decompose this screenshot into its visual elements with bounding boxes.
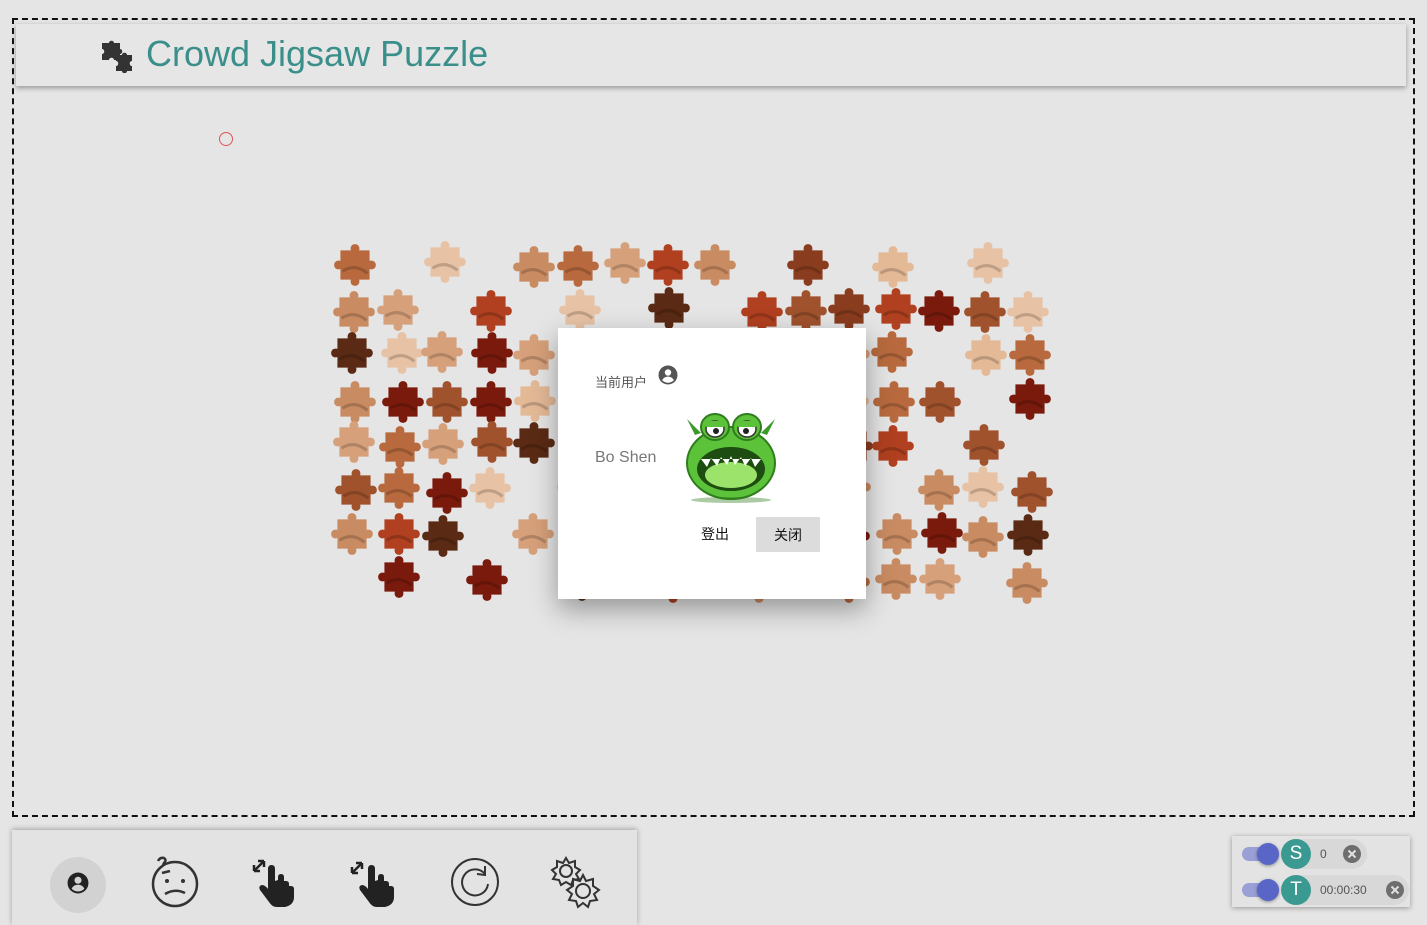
puzzle-piece[interactable] <box>327 328 377 378</box>
restart-icon <box>449 856 501 913</box>
puzzle-piece[interactable] <box>690 240 740 290</box>
user-name: Bo Shen <box>595 449 657 466</box>
score-avatar: S <box>1281 839 1311 869</box>
puzzle-piece[interactable] <box>868 421 918 471</box>
puzzle-piece[interactable] <box>418 419 468 469</box>
puzzle-piece[interactable] <box>553 241 603 291</box>
puzzle-piece[interactable] <box>915 554 965 604</box>
puzzle-piece[interactable] <box>783 240 833 290</box>
timer-close-icon[interactable] <box>1386 881 1404 899</box>
puzzle-pieces-icon <box>98 37 134 74</box>
restart-tool-button[interactable] <box>446 855 504 913</box>
score-toggle[interactable] <box>1257 843 1279 865</box>
score-chip: S 0 <box>1281 839 1367 869</box>
score-close-icon[interactable] <box>1343 845 1361 863</box>
puzzle-piece[interactable] <box>509 242 559 292</box>
puzzle-piece[interactable] <box>867 327 917 377</box>
puzzle-piece[interactable] <box>1003 510 1053 560</box>
current-user-label: 当前用户 <box>595 375 648 390</box>
puzzle-piece[interactable] <box>1005 374 1055 424</box>
confused-face-icon <box>148 855 202 914</box>
puzzle-piece[interactable] <box>417 327 467 377</box>
timer-value: 00:00:30 <box>1320 883 1367 897</box>
puzzle-piece[interactable] <box>374 463 424 513</box>
puzzle-piece[interactable] <box>915 377 965 427</box>
puzzle-piece[interactable] <box>509 330 559 380</box>
zoom-out-tool-button[interactable] <box>346 855 404 913</box>
puzzle-piece[interactable] <box>374 552 424 602</box>
puzzle-piece[interactable] <box>644 283 694 333</box>
puzzle-piece[interactable] <box>420 237 470 287</box>
zoom-in-tool-button[interactable] <box>246 855 304 913</box>
puzzle-piece[interactable] <box>643 240 693 290</box>
bottom-toolbar <box>12 830 637 925</box>
user-avatar <box>679 405 783 503</box>
account-circle-icon <box>67 872 89 899</box>
puzzle-piece[interactable] <box>958 462 1008 512</box>
puzzle-piece[interactable] <box>509 418 559 468</box>
settings-tool-button[interactable] <box>546 855 604 913</box>
puzzle-piece[interactable] <box>914 286 964 336</box>
status-panel: S 0 T 00:00:30 <box>1232 836 1410 907</box>
puzzle-piece[interactable] <box>1002 558 1052 608</box>
close-button[interactable]: 关闭 <box>756 517 820 552</box>
puzzle-piece[interactable] <box>330 240 380 290</box>
puzzle-piece[interactable] <box>329 417 379 467</box>
puzzle-piece[interactable] <box>373 285 423 335</box>
puzzle-piece[interactable] <box>872 509 922 559</box>
puzzle-piece[interactable] <box>327 509 377 559</box>
page-title: Crowd Jigsaw Puzzle <box>146 33 489 74</box>
gears-icon <box>548 855 602 914</box>
timer-chip: T 00:00:30 <box>1281 875 1409 905</box>
puzzle-piece[interactable] <box>824 284 874 334</box>
puzzle-piece[interactable] <box>871 554 921 604</box>
app-header: Crowd Jigsaw Puzzle <box>16 24 1406 86</box>
timer-toggle[interactable] <box>1257 879 1279 901</box>
puzzle-piece[interactable] <box>961 330 1011 380</box>
puzzle-piece[interactable] <box>869 377 919 427</box>
cursor-indicator <box>219 132 233 146</box>
expand-hand-icon <box>248 855 302 914</box>
puzzle-piece[interactable] <box>462 555 512 605</box>
puzzle-piece[interactable] <box>508 509 558 559</box>
hint-tool-button[interactable] <box>146 855 204 913</box>
puzzle-piece[interactable] <box>418 511 468 561</box>
timer-avatar: T <box>1281 875 1311 905</box>
profile-tool-button[interactable] <box>50 857 106 913</box>
shrink-hand-icon <box>348 855 402 914</box>
user-dialog: 当前用户 Bo Shen 登出 关闭 <box>558 328 866 599</box>
puzzle-piece[interactable] <box>958 512 1008 562</box>
puzzle-piece[interactable] <box>465 463 515 513</box>
puzzle-piece[interactable] <box>963 238 1013 288</box>
logout-button[interactable]: 登出 <box>690 517 740 551</box>
puzzle-piece[interactable] <box>1005 330 1055 380</box>
score-value: 0 <box>1320 847 1327 861</box>
account-circle-icon <box>658 365 678 385</box>
